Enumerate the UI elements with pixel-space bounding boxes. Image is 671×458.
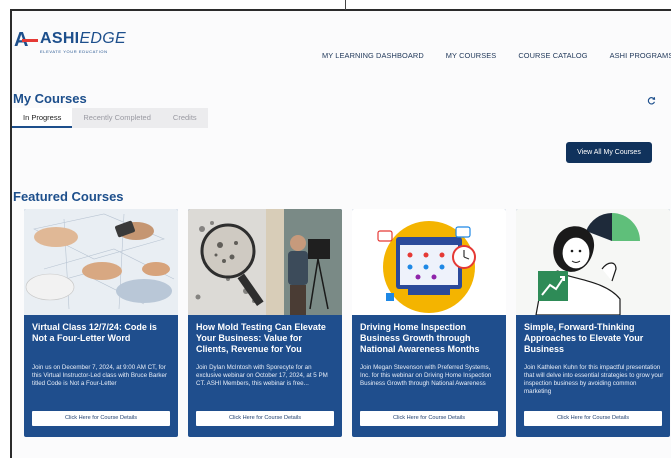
course-description: Join Dylan McIntosh with Sporecyte for a… [196,364,328,387]
course-title[interactable]: Simple, Forward-Thinking Approaches to E… [524,322,664,355]
mold-inspection-image [188,209,342,315]
course-card[interactable]: How Mold Testing Can Elevate Your Busine… [188,209,342,437]
course-description: Join Kathleen Kuhn for this impactful pr… [524,364,664,395]
tab-recently-completed[interactable]: Recently Completed [72,108,162,128]
course-details-button[interactable]: Click Here for Course Details [360,411,498,426]
main-nav: MY LEARNING DASHBOARD MY COURSES COURSE … [322,51,671,60]
my-courses-title: My Courses [13,91,87,106]
logo-tagline: ELEVATE YOUR EDUCATION [40,49,108,54]
course-title[interactable]: How Mold Testing Can Elevate Your Busine… [196,322,336,355]
course-details-button[interactable]: Click Here for Course Details [32,411,170,426]
course-card[interactable]: Virtual Class 12/7/24: Code is Not a Fou… [24,209,178,437]
tab-credits[interactable]: Credits [162,108,208,128]
view-all-my-courses-button[interactable]: View All My Courses [566,142,652,163]
logo-mark-icon: A [14,30,38,52]
course-description: Join Megan Stevenson with Preferred Syst… [360,364,492,387]
course-card[interactable]: Simple, Forward-Thinking Approaches to E… [516,209,670,437]
featured-courses-title: Featured Courses [13,189,124,204]
ashi-edge-logo[interactable]: A ASHIEDGE ELEVATE YOUR EDUCATION [14,30,126,56]
tab-in-progress[interactable]: In Progress [12,108,73,128]
course-card[interactable]: Driving Home Inspection Business Growth … [352,209,506,437]
awareness-calendar-illustration [352,209,506,315]
nav-my-courses[interactable]: MY COURSES [446,51,497,60]
course-title[interactable]: Driving Home Inspection Business Growth … [360,322,500,355]
course-details-button[interactable]: Click Here for Course Details [196,411,334,426]
course-description: Join us on December 7, 2024, at 9:00 AM … [32,364,168,387]
nav-my-learning-dashboard[interactable]: MY LEARNING DASHBOARD [322,51,424,60]
nav-ashi-programs[interactable]: ASHI PROGRAMS [610,51,671,60]
course-details-button[interactable]: Click Here for Course Details [524,411,662,426]
growth-thinking-illustration [516,209,670,315]
course-title[interactable]: Virtual Class 12/7/24: Code is Not a Fou… [32,322,172,344]
logo-text-italic: EDGE [79,30,126,47]
blueprint-hands-image [24,209,178,315]
my-courses-tabs: In Progress Recently Completed Credits [12,108,208,128]
logo-text-bold: ASHI [40,30,80,47]
refresh-icon[interactable] [647,96,656,105]
nav-course-catalog[interactable]: COURSE CATALOG [518,51,587,60]
divider [345,0,346,10]
